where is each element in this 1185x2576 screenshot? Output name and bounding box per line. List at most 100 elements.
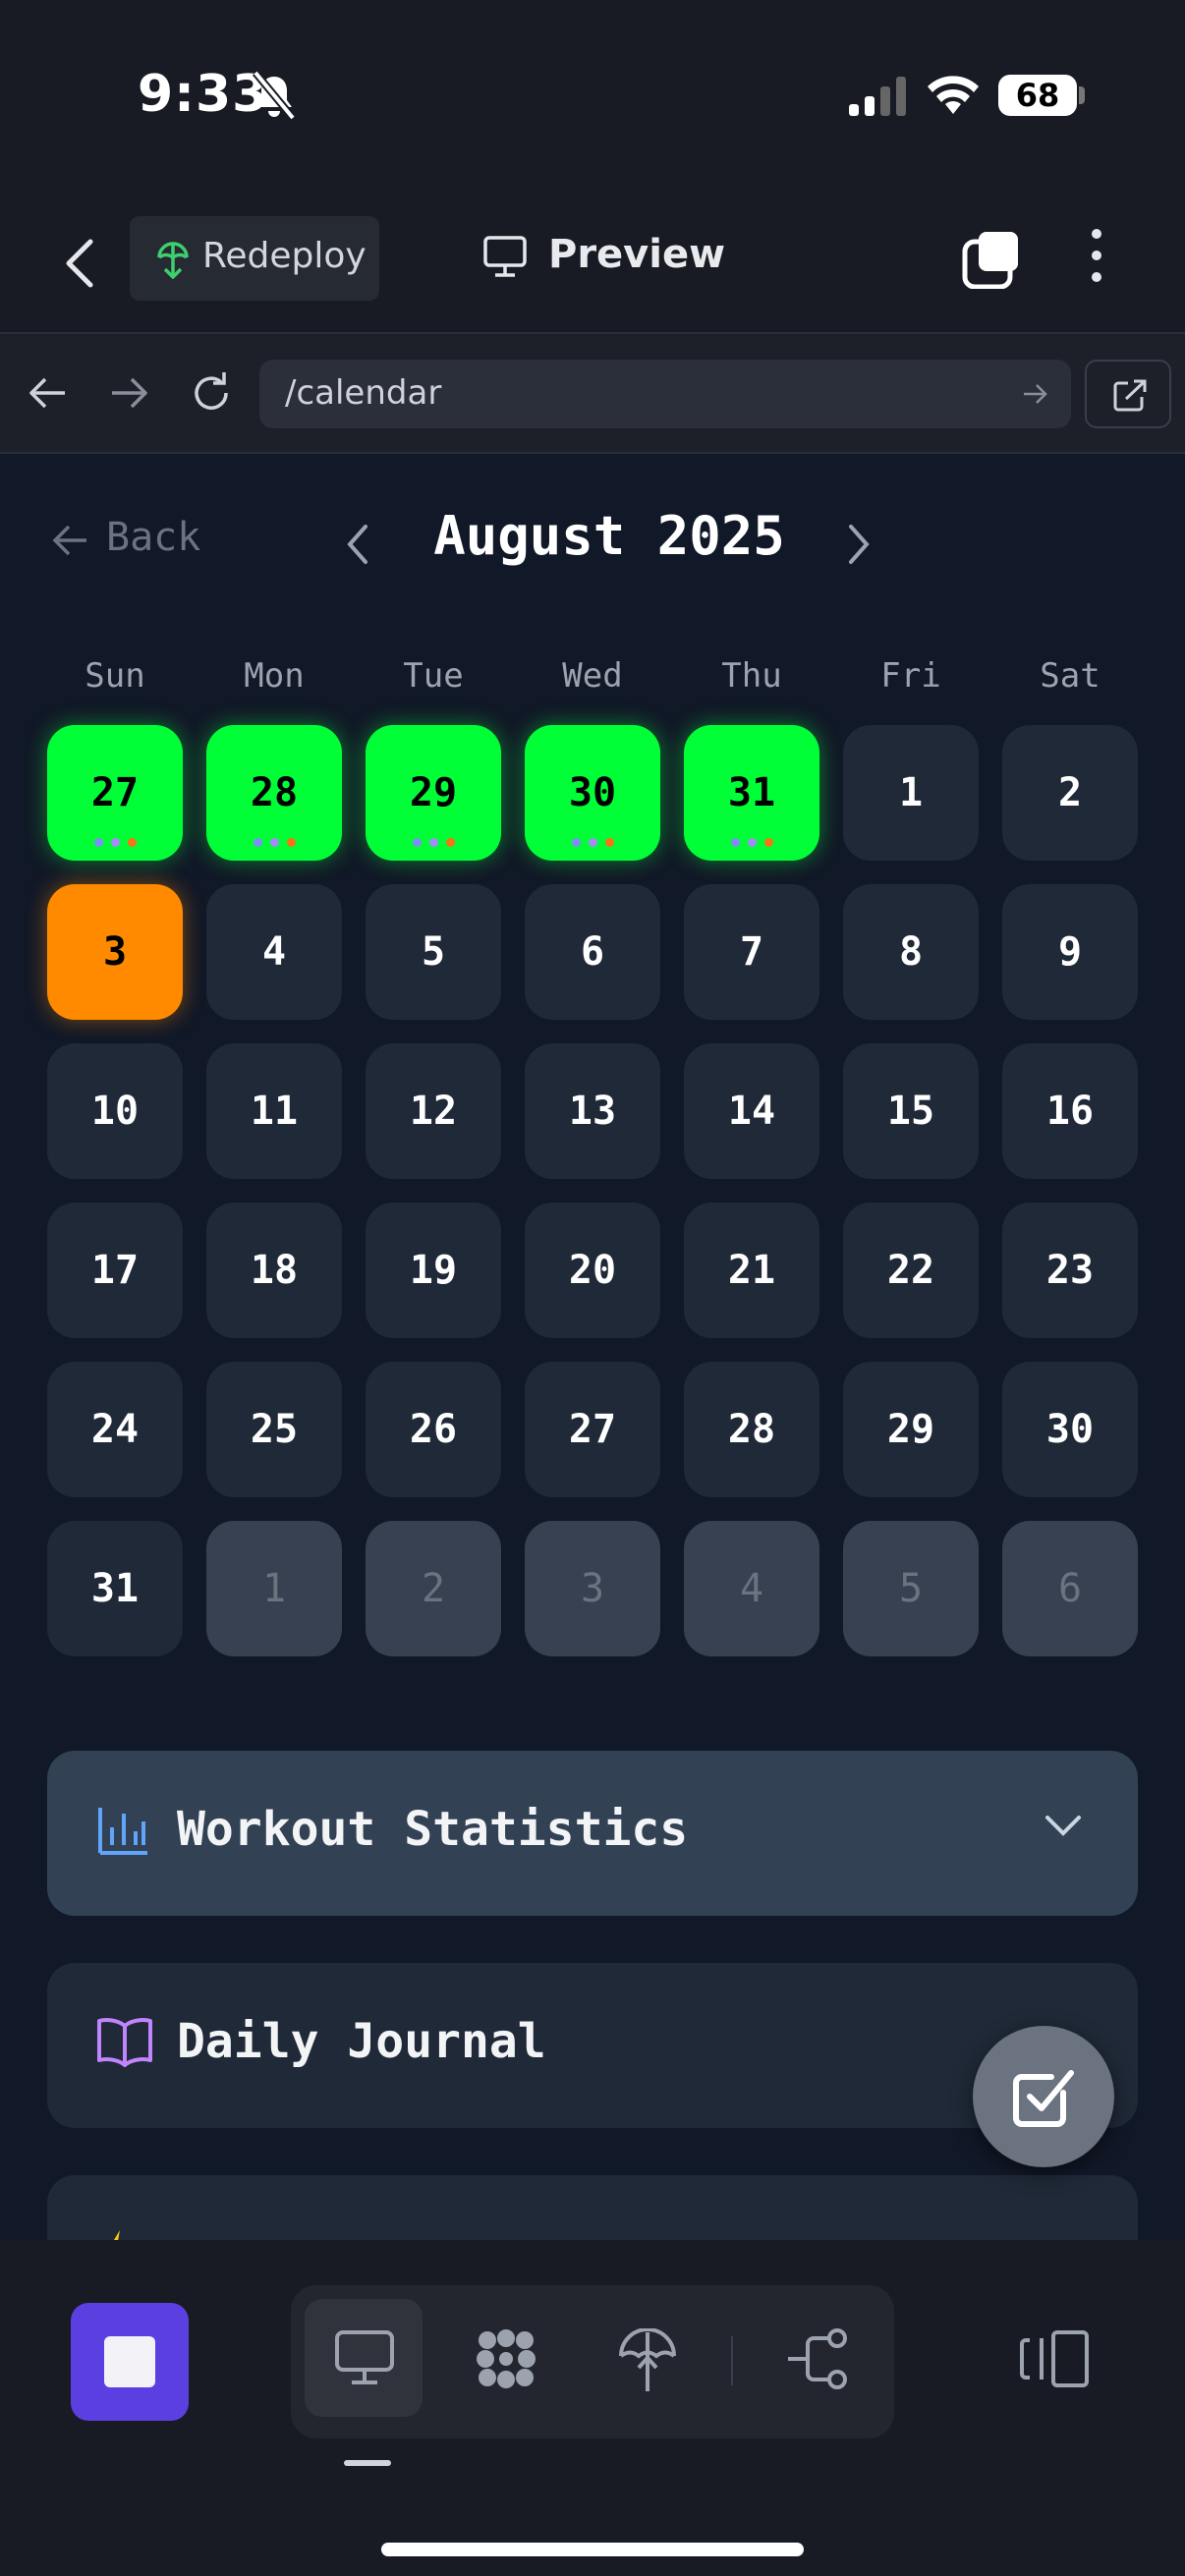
day-cell[interactable]: 28 bbox=[206, 725, 342, 861]
day-cell[interactable]: 4 bbox=[206, 884, 342, 1020]
tool-monitor-button[interactable] bbox=[305, 2299, 423, 2417]
redeploy-label: Redeploy bbox=[202, 236, 367, 276]
url-input[interactable]: /calendar bbox=[259, 360, 1071, 428]
day-cell[interactable]: 29 bbox=[843, 1362, 979, 1497]
cluster-icon bbox=[477, 2329, 536, 2388]
day-cell[interactable]: 13 bbox=[525, 1043, 660, 1179]
monitor-icon bbox=[483, 236, 527, 281]
day-cell[interactable]: 20 bbox=[525, 1203, 660, 1338]
open-book-icon bbox=[96, 2016, 153, 2071]
tabs-icon[interactable] bbox=[961, 228, 1022, 293]
day-cell[interactable]: 19 bbox=[366, 1203, 501, 1338]
previous-month-icon[interactable] bbox=[344, 523, 371, 570]
day-cell[interactable]: 2 bbox=[1002, 725, 1138, 861]
day-cell[interactable]: 29 bbox=[366, 725, 501, 861]
day-number: 4 bbox=[739, 1566, 764, 1611]
day-cell[interactable]: 3 bbox=[525, 1521, 660, 1656]
side-panel-icon[interactable] bbox=[1018, 2328, 1091, 2393]
day-cell[interactable]: 30 bbox=[1002, 1362, 1138, 1497]
day-cell[interactable]: 26 bbox=[366, 1362, 501, 1497]
day-cell-today[interactable]: 3 bbox=[47, 884, 183, 1020]
day-cell[interactable]: 5 bbox=[843, 1521, 979, 1656]
tool-cluster-button[interactable] bbox=[446, 2299, 564, 2417]
activity-dot bbox=[445, 838, 455, 847]
day-number: 30 bbox=[568, 770, 617, 815]
more-vertical-icon[interactable] bbox=[1081, 226, 1112, 289]
reload-icon[interactable] bbox=[189, 369, 234, 419]
tool-deploy-button[interactable] bbox=[588, 2299, 705, 2417]
day-cell[interactable]: 10 bbox=[47, 1043, 183, 1179]
day-cell[interactable]: 9 bbox=[1002, 884, 1138, 1020]
day-cell[interactable]: 24 bbox=[47, 1362, 183, 1497]
day-cell[interactable]: 16 bbox=[1002, 1043, 1138, 1179]
collapsed-panel[interactable] bbox=[47, 2175, 1138, 2240]
day-number: 8 bbox=[898, 929, 924, 975]
day-cell[interactable]: 18 bbox=[206, 1203, 342, 1338]
day-cell[interactable]: 25 bbox=[206, 1362, 342, 1497]
day-cell[interactable]: 31 bbox=[47, 1521, 183, 1656]
day-cell[interactable]: 11 bbox=[206, 1043, 342, 1179]
day-cell[interactable]: 23 bbox=[1002, 1203, 1138, 1338]
day-cell[interactable]: 4 bbox=[684, 1521, 819, 1656]
tool-workflow-button[interactable] bbox=[757, 2299, 875, 2417]
day-cell[interactable]: 8 bbox=[843, 884, 979, 1020]
day-number: 18 bbox=[250, 1248, 299, 1293]
weekday-label: Sat bbox=[1040, 656, 1100, 696]
day-cell[interactable]: 14 bbox=[684, 1043, 819, 1179]
day-cell[interactable]: 12 bbox=[366, 1043, 501, 1179]
day-cell[interactable]: 1 bbox=[843, 725, 979, 861]
day-cell[interactable]: 21 bbox=[684, 1203, 819, 1338]
go-arrow-icon[interactable] bbox=[1022, 381, 1049, 411]
day-cell[interactable]: 31 bbox=[684, 725, 819, 861]
activity-dot bbox=[253, 838, 262, 847]
day-cell[interactable]: 17 bbox=[47, 1203, 183, 1338]
open-external-button[interactable] bbox=[1085, 360, 1171, 428]
day-cell[interactable]: 30 bbox=[525, 725, 660, 861]
activity-dots bbox=[684, 834, 819, 847]
day-number: 30 bbox=[1045, 1407, 1095, 1452]
home-indicator bbox=[381, 2543, 804, 2556]
check-square-fab-button[interactable] bbox=[973, 2026, 1114, 2167]
cellular-signal-icon bbox=[847, 77, 906, 120]
day-number: 25 bbox=[250, 1407, 299, 1452]
arrow-left-icon[interactable] bbox=[26, 373, 69, 417]
day-cell[interactable]: 1 bbox=[206, 1521, 342, 1656]
day-cell[interactable]: 6 bbox=[525, 884, 660, 1020]
day-cell[interactable]: 5 bbox=[366, 884, 501, 1020]
chevron-down-icon[interactable] bbox=[1044, 1814, 1083, 1843]
day-cell[interactable]: 6 bbox=[1002, 1521, 1138, 1656]
weekday-label: Fri bbox=[880, 656, 941, 696]
activity-dot bbox=[110, 838, 120, 847]
activity-dot bbox=[571, 838, 581, 847]
weekday-label: Sun bbox=[85, 656, 145, 696]
battery-icon: 68 bbox=[998, 75, 1077, 116]
day-number: 24 bbox=[90, 1407, 140, 1452]
status-time: 9:33 bbox=[138, 65, 269, 124]
redeploy-button[interactable]: Redeploy bbox=[130, 216, 379, 301]
active-tab-indicator bbox=[344, 2460, 391, 2466]
workflow-icon bbox=[788, 2328, 847, 2389]
day-number: 21 bbox=[727, 1248, 776, 1293]
arrow-right-icon[interactable] bbox=[108, 373, 151, 417]
activity-dot bbox=[412, 838, 422, 847]
day-number: 31 bbox=[90, 1566, 140, 1611]
check-square-icon bbox=[1013, 2070, 1074, 2127]
day-number: 26 bbox=[409, 1407, 458, 1452]
stop-button[interactable] bbox=[71, 2303, 189, 2421]
day-cell[interactable]: 2 bbox=[366, 1521, 501, 1656]
day-cell[interactable]: 28 bbox=[684, 1362, 819, 1497]
back-chevron-icon[interactable] bbox=[61, 236, 100, 295]
day-number: 5 bbox=[898, 1566, 924, 1611]
day-cell[interactable]: 27 bbox=[525, 1362, 660, 1497]
day-cell[interactable]: 27 bbox=[47, 725, 183, 861]
weekday-label: Tue bbox=[403, 656, 464, 696]
next-month-icon[interactable] bbox=[845, 523, 873, 570]
day-cell[interactable]: 7 bbox=[684, 884, 819, 1020]
day-number: 3 bbox=[102, 929, 128, 975]
day-cell[interactable]: 22 bbox=[843, 1203, 979, 1338]
day-cell[interactable]: 15 bbox=[843, 1043, 979, 1179]
lightning-icon bbox=[96, 2228, 136, 2240]
browser-bar: /calendar bbox=[0, 334, 1185, 454]
day-number: 1 bbox=[898, 770, 924, 815]
workout-statistics-panel[interactable]: Workout Statistics bbox=[47, 1751, 1138, 1916]
